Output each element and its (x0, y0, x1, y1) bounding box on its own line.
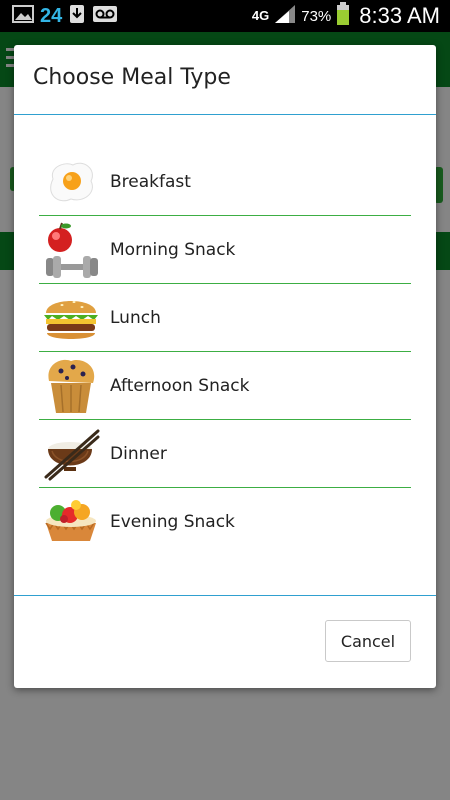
meal-type-list: Breakfast Morning Snack Lunch Afternoon … (39, 148, 411, 556)
fruit-tart-icon (42, 493, 100, 551)
notification-count: 24 (40, 4, 63, 27)
title-divider (14, 114, 436, 115)
burger-icon (42, 289, 100, 347)
apple-dumbbell-icon (42, 221, 100, 279)
battery-icon (336, 2, 350, 30)
meal-item-lunch[interactable]: Lunch (39, 284, 411, 352)
meal-item-afternoon-snack[interactable]: Afternoon Snack (39, 352, 411, 420)
meal-item-label: Morning Snack (110, 239, 236, 260)
meal-item-morning-snack[interactable]: Morning Snack (39, 216, 411, 284)
rice-bowl-chopsticks-icon (42, 425, 100, 483)
meal-item-dinner[interactable]: Dinner (39, 420, 411, 488)
download-icon (68, 3, 86, 29)
meal-item-label: Afternoon Snack (110, 375, 250, 396)
meal-item-evening-snack[interactable]: Evening Snack (39, 488, 411, 556)
meal-item-breakfast[interactable]: Breakfast (39, 148, 411, 216)
signal-icon (274, 4, 296, 28)
meal-item-label: Lunch (110, 307, 161, 328)
voicemail-icon (92, 5, 118, 27)
fried-egg-icon (42, 153, 100, 211)
dialog-title: Choose Meal Type (33, 65, 231, 90)
clock: 8:33 AM (359, 3, 440, 28)
choose-meal-dialog: Choose Meal Type Breakfast Morning Snack… (14, 45, 436, 688)
cancel-button[interactable]: Cancel (325, 620, 411, 662)
meal-item-label: Dinner (110, 443, 167, 464)
muffin-icon (42, 357, 100, 415)
image-icon (12, 4, 34, 28)
battery-percent: 73% (301, 7, 332, 25)
footer-divider (14, 595, 436, 596)
status-bar: 24 4G 73% 8:33 AM (0, 0, 450, 32)
meal-item-label: Breakfast (110, 171, 191, 192)
meal-item-label: Evening Snack (110, 512, 235, 532)
network-type: 4G (251, 8, 270, 23)
